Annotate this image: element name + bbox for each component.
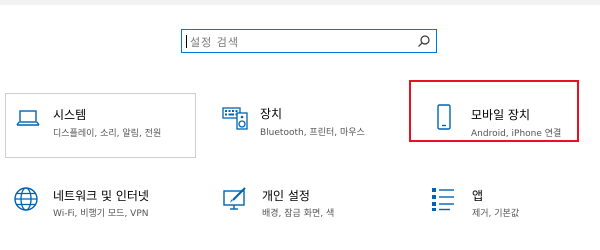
tile-title: 네트워크 및 인터넷	[53, 189, 149, 203]
globe-icon	[14, 187, 38, 211]
paint-monitor-icon	[223, 187, 246, 210]
tile-title: 개인 설정	[262, 189, 310, 203]
tile-description: 디스플레이, 소리, 알림, 전원	[53, 129, 162, 139]
tile-network-internet[interactable]: 네트워크 및 인터넷 Wi-Fi, 비행기 모드, VPN	[5, 178, 200, 238]
tile-devices[interactable]: 장치 Bluetooth, 프린터, 마우스	[214, 94, 404, 158]
tile-title: 모바일 장치	[471, 108, 531, 122]
search-icon[interactable]	[417, 34, 431, 48]
tile-description: Wi-Fi, 비행기 모드, VPN	[53, 209, 149, 219]
tile-system[interactable]: 시스템 디스플레이, 소리, 알림, 전원	[5, 93, 196, 158]
laptop-icon	[16, 110, 40, 126]
search-placeholder: 설정 검색	[190, 36, 239, 49]
apps-list-icon	[432, 188, 454, 211]
tile-mobile-devices[interactable]: 모바일 장치 Android, iPhone 연결	[409, 80, 579, 142]
keyboard-speaker-icon	[222, 107, 248, 130]
tile-apps[interactable]: 앱 제거, 기본값	[425, 178, 595, 238]
tile-personalization[interactable]: 개인 설정 배경, 잠금 화면, 색	[214, 178, 404, 238]
tile-description: Bluetooth, 프린터, 마우스	[260, 128, 365, 138]
top-band	[0, 0, 600, 5]
phone-icon	[437, 104, 451, 130]
tile-title: 장치	[260, 107, 283, 121]
tile-title: 앱	[472, 189, 484, 203]
tile-description: 배경, 잠금 화면, 색	[262, 209, 335, 219]
text-caret	[186, 35, 187, 48]
tile-title: 시스템	[53, 108, 87, 122]
search-input[interactable]: 설정 검색	[181, 29, 437, 53]
tile-description: 제거, 기본값	[472, 209, 520, 219]
tile-description: Android, iPhone 연결	[471, 129, 562, 139]
